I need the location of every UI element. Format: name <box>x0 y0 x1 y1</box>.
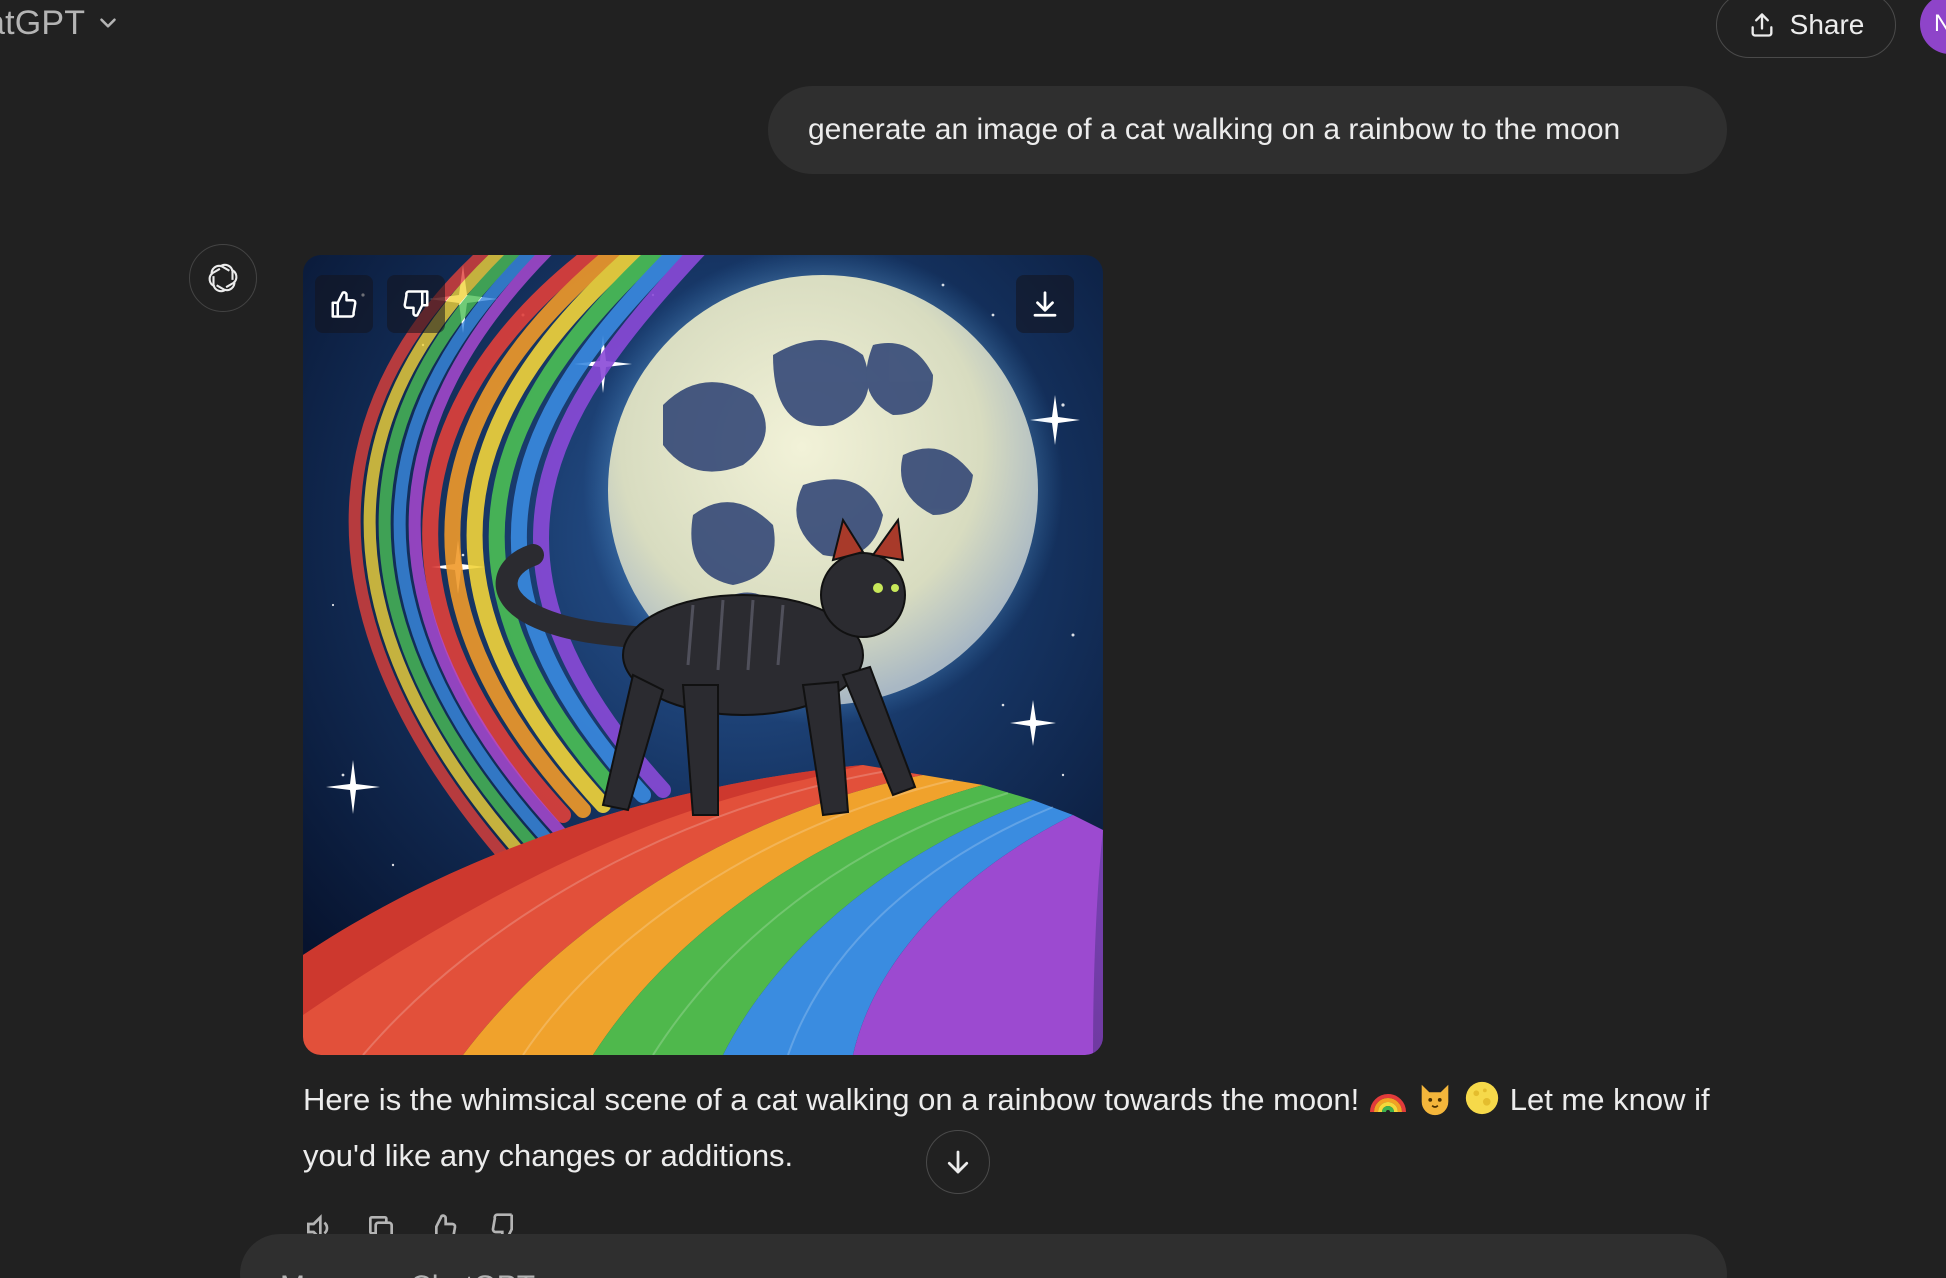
cat-face-emoji-icon <box>1422 1084 1449 1116</box>
share-label: Share <box>1789 9 1865 40</box>
generated-image[interactable] <box>303 255 1103 1055</box>
share-icon <box>1751 13 1773 37</box>
assistant-avatar <box>189 244 257 312</box>
message-composer[interactable] <box>240 1234 1727 1278</box>
cat-rainbow-moon-illustration <box>303 255 1103 1055</box>
image-dislike-button[interactable] <box>387 275 445 333</box>
thumbs-down-icon <box>403 290 429 317</box>
share-button[interactable]: Share <box>1716 0 1896 58</box>
model-title: atGPT <box>0 3 86 42</box>
assistant-reply-text-start: Here is the whimsical scene of a cat wal… <box>303 1082 1368 1117</box>
user-message: generate an image of a cat walking on a … <box>768 86 1727 174</box>
message-input[interactable] <box>280 1270 1080 1278</box>
full-moon-emoji-icon <box>1465 1081 1499 1115</box>
image-download-button[interactable] <box>1016 275 1074 333</box>
chevron-down-icon <box>100 18 117 28</box>
user-avatar[interactable]: N <box>1920 0 1946 54</box>
scroll-to-bottom-button[interactable] <box>926 1130 990 1194</box>
openai-logo-icon <box>208 263 238 293</box>
arrow-down-icon <box>947 1150 969 1174</box>
user-message-text: generate an image of a cat walking on a … <box>808 113 1621 146</box>
assistant-reply: Here is the whimsical scene of a cat wal… <box>303 1072 1723 1184</box>
thumbs-up-icon <box>331 291 357 318</box>
avatar-initial: N <box>1934 10 1946 37</box>
model-selector[interactable]: atGPT <box>0 0 121 46</box>
download-icon <box>1033 291 1057 317</box>
rainbow-emoji-icon <box>1369 1094 1406 1113</box>
image-like-button[interactable] <box>315 275 373 333</box>
